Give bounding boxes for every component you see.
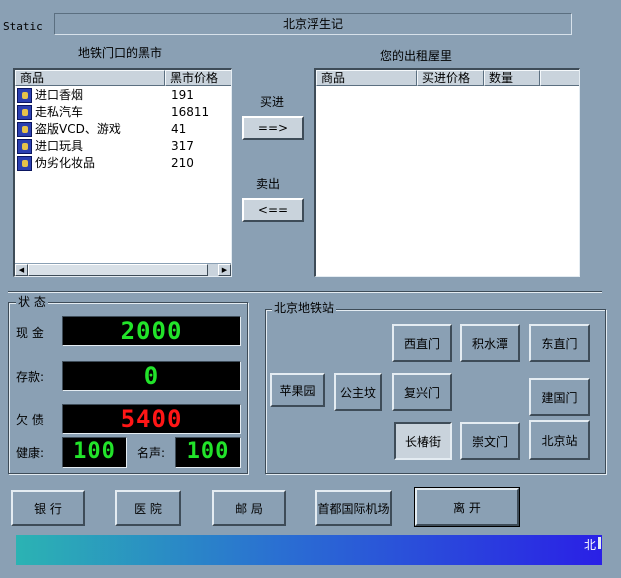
sell-button[interactable]: <== <box>242 198 304 222</box>
leave-button[interactable]: 离 开 <box>414 487 520 527</box>
home-list[interactable]: 商品 买进价格 数量 <box>314 68 580 277</box>
health-label: 健康: <box>16 446 45 460</box>
market-list-header: 商品 黑市价格 <box>15 70 231 86</box>
station-dongzhimen-button[interactable]: 东直门 <box>529 324 590 362</box>
debt-display: 5400 <box>62 404 241 434</box>
health-display: 100 <box>62 437 127 468</box>
station-fuxingmen-button[interactable]: 复兴门 <box>392 373 452 411</box>
station-pingguoyuan-button[interactable]: 苹果园 <box>270 373 325 407</box>
market-row[interactable]: 伪劣化妆品 210 <box>15 155 230 172</box>
sell-label: 卖出 <box>256 177 281 191</box>
station-xizhimen-button[interactable]: 西直门 <box>392 324 452 362</box>
cash-display: 2000 <box>62 316 241 346</box>
hospital-button[interactable]: 医 院 <box>115 490 181 526</box>
market-label: 地铁门口的黑市 <box>78 46 163 60</box>
scroll-right-icon[interactable]: ▶ <box>218 264 231 276</box>
station-changchunjie-button[interactable]: 长椿街 <box>394 422 452 460</box>
window-title: 北京浮生记 <box>54 13 572 35</box>
market-item-price: 191 <box>171 88 194 102</box>
home-col-extra[interactable] <box>540 70 579 86</box>
ticker-text: 北 <box>583 538 596 552</box>
station-jianguomen-button[interactable]: 建国门 <box>529 378 590 416</box>
market-item-name: 盗版VCD、游戏 <box>35 122 121 136</box>
market-row[interactable]: 走私汽车 16811 <box>15 104 230 121</box>
goods-icon <box>17 88 32 103</box>
scroll-thumb[interactable] <box>28 264 208 276</box>
post-office-button[interactable]: 邮 局 <box>212 490 286 526</box>
goods-icon <box>17 156 32 171</box>
market-row[interactable]: 盗版VCD、游戏 41 <box>15 121 230 138</box>
separator <box>8 291 602 293</box>
home-label: 您的出租屋里 <box>380 49 453 63</box>
goods-icon <box>17 105 32 120</box>
airport-button[interactable]: 首都国际机场 <box>315 490 392 526</box>
station-jishuitan-button[interactable]: 积水潭 <box>460 324 520 362</box>
market-item-price: 41 <box>171 122 187 136</box>
home-col-buy-price[interactable]: 买进价格 <box>417 70 484 86</box>
home-col-goods[interactable]: 商品 <box>316 70 417 86</box>
stations-group-title: 北京地铁站 <box>272 301 337 315</box>
status-group-title: 状 态 <box>16 295 48 309</box>
fame-display: 100 <box>175 437 241 468</box>
debt-label: 欠 债 <box>16 413 44 427</box>
market-item-price: 210 <box>171 156 194 170</box>
market-row[interactable]: 进口香烟 191 <box>15 87 230 104</box>
static-label: Static <box>3 20 43 33</box>
buy-label: 买进 <box>260 95 285 109</box>
cash-label: 现 金 <box>16 326 44 340</box>
station-chongwenmen-button[interactable]: 崇文门 <box>460 422 520 460</box>
scroll-left-icon[interactable]: ◀ <box>15 264 28 276</box>
goods-icon <box>17 122 32 137</box>
home-list-header: 商品 买进价格 数量 <box>316 70 579 86</box>
savings-label: 存款: <box>16 370 45 384</box>
market-hscrollbar[interactable]: ◀ ▶ <box>15 263 231 276</box>
fame-label: 名声: <box>137 446 166 460</box>
market-item-name: 伪劣化妆品 <box>35 156 96 170</box>
market-item-name: 进口香烟 <box>35 88 84 102</box>
market-col-price[interactable]: 黑市价格 <box>165 70 231 86</box>
market-item-price: 16811 <box>171 105 210 119</box>
news-ticker: 北 <box>16 535 602 565</box>
station-gongzhufen-button[interactable]: 公主坟 <box>334 373 382 411</box>
ticker-cursor <box>598 537 601 549</box>
market-item-name: 进口玩具 <box>35 139 84 153</box>
buy-button[interactable]: ==> <box>242 116 304 140</box>
market-list[interactable]: 商品 黑市价格 进口香烟 191 走私汽车 16811 盗版VCD、游戏 41 … <box>13 68 232 277</box>
home-col-quantity[interactable]: 数量 <box>484 70 540 86</box>
savings-display: 0 <box>62 361 241 391</box>
station-beijingzhan-button[interactable]: 北京站 <box>529 420 590 460</box>
bank-button[interactable]: 银 行 <box>11 490 85 526</box>
market-item-price: 317 <box>171 139 194 153</box>
market-row[interactable]: 进口玩具 317 <box>15 138 230 155</box>
market-col-goods[interactable]: 商品 <box>15 70 165 86</box>
goods-icon <box>17 139 32 154</box>
market-item-name: 走私汽车 <box>35 105 84 119</box>
